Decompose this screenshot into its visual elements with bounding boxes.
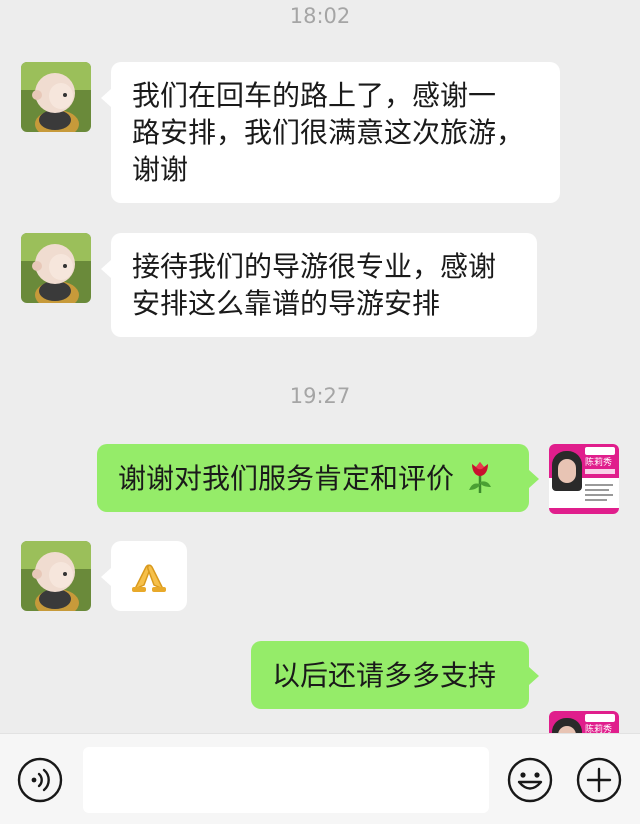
- monk-avatar-icon: [21, 62, 91, 132]
- input-bar: [0, 733, 640, 824]
- voice-button[interactable]: [17, 757, 63, 803]
- avatar[interactable]: [21, 233, 91, 303]
- message-bubble-incoming[interactable]: 我们在回车的路上了，感谢一 路安排，我们很满意这次旅游， 谢谢: [111, 62, 560, 203]
- folded-hands-icon: [132, 564, 166, 592]
- message-line: 路安排，我们很满意这次旅游，: [132, 116, 525, 149]
- monk-avatar-icon: [21, 541, 91, 611]
- emoji-button[interactable]: [507, 757, 553, 803]
- message-line: 安排这么靠谱的导游安排: [132, 287, 441, 320]
- message-bubble-outgoing[interactable]: 以后还请多多支持: [251, 641, 529, 709]
- message-bubble-incoming[interactable]: 接待我们的导游很专业，感谢 安排这么靠谱的导游安排: [111, 233, 537, 337]
- message-bubble-incoming[interactable]: [111, 541, 187, 611]
- message-line: 谢谢对我们服务肯定和评价: [118, 462, 455, 495]
- message-line: 我们在回车的路上了，感谢一: [132, 79, 497, 112]
- message-line: 谢谢: [132, 153, 189, 186]
- timestamp: 18:02: [289, 4, 351, 28]
- rose-icon: [468, 462, 491, 493]
- plus-icon: [576, 757, 622, 803]
- message-line: 接待我们的导游很专业，感谢: [132, 250, 497, 283]
- timestamp: 19:27: [289, 384, 351, 408]
- message-line: 以后还请多多支持: [272, 659, 497, 692]
- agent-name: 陈莉秀: [585, 458, 613, 468]
- avatar[interactable]: [21, 62, 91, 132]
- avatar[interactable]: [21, 541, 91, 611]
- more-button[interactable]: [576, 757, 622, 803]
- agent-avatar[interactable]: 陈莉秀: [549, 444, 619, 514]
- emoji-icon: [507, 757, 553, 803]
- monk-avatar-icon: [21, 233, 91, 303]
- message-bubble-outgoing[interactable]: 谢谢对我们服务肯定和评价: [97, 444, 529, 512]
- voice-icon: [17, 757, 63, 803]
- message-input[interactable]: [83, 747, 489, 813]
